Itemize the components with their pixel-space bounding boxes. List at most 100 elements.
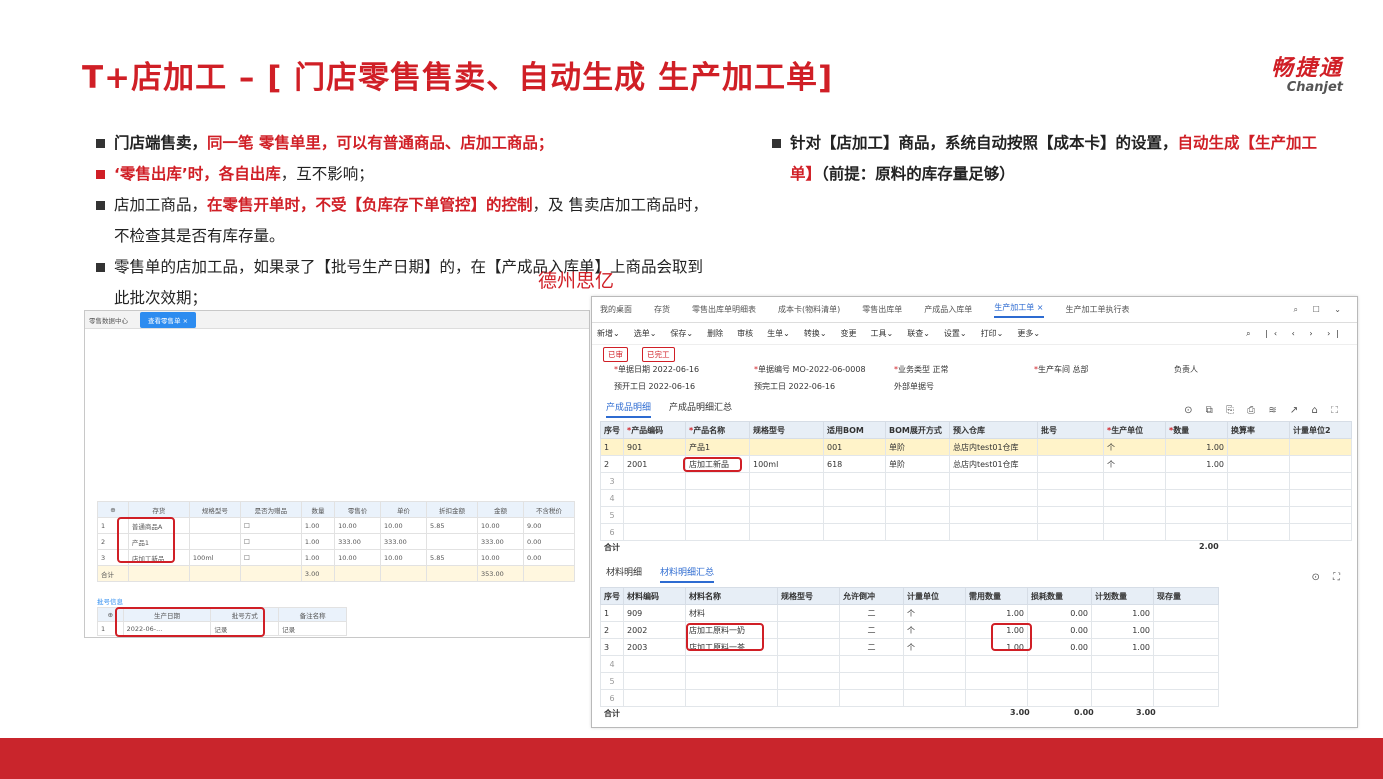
unit2 [1289, 438, 1352, 456]
empty-row[interactable]: 6 [600, 523, 1352, 541]
finish-date-field[interactable]: 预完工日 2022-06-16 [754, 381, 894, 392]
doc-no-field[interactable]: *单据编号 MO-2022-06-0008 [754, 364, 894, 375]
empty-row[interactable]: 5 [600, 672, 1219, 690]
toolbar-label: 联查 [907, 329, 924, 338]
field-label: 单据编号 [758, 365, 790, 374]
retail-order-screenshot: 零售数据中心 查看零售单 × ⊕ 存货 规格型号 是否为赠品 数量 零售价 单价… [84, 310, 590, 638]
tab-retail-order[interactable]: 查看零售单 × [140, 311, 197, 328]
empty-row[interactable]: 4 [600, 655, 1219, 673]
row-number: 2 [600, 455, 624, 473]
tab-material-detail[interactable]: 材料明细 [606, 565, 642, 583]
pager-icons[interactable]: ⌕ |‹ ‹ › ›| [1246, 329, 1345, 339]
toolbar-audit[interactable]: 审核 [737, 328, 753, 339]
grid-header-cell: 存货 [127, 501, 190, 518]
toolbar-convert[interactable]: 转换⌄ [804, 328, 827, 339]
ext-no-field[interactable]: 外部单据号 [894, 381, 1034, 392]
bullet-text: ，互不影响； [280, 165, 374, 183]
tab-production-order[interactable]: 生产加工单 × [994, 302, 1044, 318]
material-tool-icons[interactable]: ⊙ ⛶ [1311, 572, 1345, 583]
total-cell [127, 565, 190, 582]
toolbar-save[interactable]: 保存⌄ [670, 328, 693, 339]
audited-badge: 已审 [603, 347, 628, 362]
person-field[interactable]: 负责人 [1174, 364, 1314, 375]
unit: 个 [1103, 455, 1166, 473]
material-code: 909 [623, 604, 686, 622]
batch-tab[interactable]: 批号信息 [97, 596, 123, 606]
tab-product-in[interactable]: 产成品入库单 [924, 304, 972, 315]
item-unit-price: 10.00 [380, 517, 427, 534]
tab-inventory[interactable]: 存货 [654, 304, 670, 315]
row-number: 2 [600, 621, 624, 639]
toolbar-generate[interactable]: 生单⌄ [767, 328, 790, 339]
gift-checkbox[interactable]: ☐ [239, 533, 302, 550]
material-total-need: 3.00 [1010, 708, 1030, 717]
slide-title: T+店加工 – [ 门店零售售卖、自动生成 生产加工单] [82, 60, 834, 96]
unit: 个 [903, 604, 966, 622]
toolbar-label: 新增 [597, 329, 613, 338]
toolbar-print[interactable]: 打印⌄ [981, 328, 1004, 339]
total-cell [380, 565, 427, 582]
doc-date-field[interactable]: *单据日期 2022-06-16 [614, 364, 754, 375]
toolbar-tools[interactable]: 工具⌄ [871, 328, 894, 339]
grid-header-cell: 规格型号 [777, 587, 840, 605]
tab-retail-out[interactable]: 零售出库单 [862, 304, 902, 315]
tab-cost-card[interactable]: 成本卡(物料清单) [778, 304, 840, 315]
item-unit-price: 10.00 [380, 549, 427, 566]
plan-qty: 1.00 [1091, 621, 1154, 639]
window-controls[interactable]: ⌕ ☐ ⌄ [1294, 305, 1347, 315]
toolbar-delete[interactable]: 删除 [707, 328, 723, 339]
logo-cn-text: 畅捷通 [1270, 56, 1343, 81]
bullet-item: 门店端售卖，同一笔 零售单里，可以有普通商品、店加工商品； [96, 128, 716, 159]
product-total-label: 合计 [604, 543, 620, 552]
unit: 个 [903, 638, 966, 656]
row-number: 6 [600, 523, 624, 541]
table-row[interactable]: 1 909 材料 二 个 1.00 0.00 1.00 [600, 604, 1219, 622]
empty-row[interactable]: 5 [600, 506, 1352, 524]
product-subtabs: 产成品明细 产成品明细汇总 [606, 400, 732, 418]
empty-row[interactable]: 6 [600, 689, 1219, 707]
tab-desktop[interactable]: 我的桌面 [600, 304, 632, 315]
item-price: 333.00 [334, 533, 382, 550]
table-row[interactable]: 1 901 产品1 001 单阶 总店内test01仓库 个 1.00 [600, 438, 1352, 456]
grid-header-cell: 计划数量 [1091, 587, 1154, 605]
toolbar-label: 更多 [1017, 329, 1034, 338]
gift-checkbox[interactable]: ☐ [239, 517, 302, 534]
toolbar-label: 打印 [980, 329, 997, 338]
toolbar-select[interactable]: 选单⌄ [634, 328, 657, 339]
toolbar-settings[interactable]: 设置⌄ [944, 328, 967, 339]
tab-home[interactable]: 零售数据中心 [89, 315, 128, 325]
empty-row[interactable]: 3 [600, 472, 1352, 490]
empty-row[interactable]: 4 [600, 489, 1352, 507]
dept-field[interactable]: *生产车间 总部 [1034, 364, 1174, 375]
tab-product-summary[interactable]: 产成品明细汇总 [669, 400, 732, 418]
toolbar-new[interactable]: 新增⌄ [597, 328, 620, 339]
start-date-field[interactable]: 预开工日 2022-06-16 [614, 381, 754, 392]
grid-header-cell: 数量 [300, 501, 336, 518]
field-value: MO-2022-06-0008 [792, 365, 866, 374]
grid-header-row: ⊕ 存货 规格型号 是否为赠品 数量 零售价 单价 折扣金额 金额 不含税价 [97, 501, 576, 518]
batch [1037, 455, 1104, 473]
row-number: 6 [600, 689, 624, 707]
grid-tool-icons[interactable]: ⊙ ⧉ ⎘ ⎙ ≋ ↗ ⌂ ⛶ [1184, 405, 1343, 416]
tab-retail-detail[interactable]: 零售出库单明细表 [692, 304, 756, 315]
grid-header-cell: 零售价 [334, 501, 382, 518]
bom-expand: 单阶 [885, 455, 950, 473]
grid-header-cell: *生产单位 [1103, 421, 1166, 439]
gift-checkbox[interactable]: ☐ [239, 549, 302, 566]
tab-material-summary[interactable]: 材料明细汇总 [660, 565, 715, 583]
footer-band [0, 738, 1383, 779]
toolbar-change[interactable]: 变更 [841, 328, 857, 339]
field-value: 2022-06-16 [788, 382, 836, 391]
highlight-box [991, 623, 1032, 651]
grid-header-cell: 批号 [1037, 421, 1104, 439]
stock-qty [1153, 604, 1219, 622]
stock-qty [1153, 621, 1219, 639]
tab-product-detail[interactable]: 产成品明细 [606, 400, 652, 418]
loss-qty: 0.00 [1027, 604, 1092, 622]
material-total-label: 合计 [604, 709, 620, 718]
biz-type-field[interactable]: *业务类型 正常 [894, 364, 1034, 375]
toolbar-more[interactable]: 更多⌄ [1017, 328, 1040, 339]
total-qty: 3.00 [300, 565, 336, 582]
tab-production-exec[interactable]: 生产加工单执行表 [1066, 304, 1130, 315]
toolbar-link[interactable]: 联查⌄ [907, 328, 930, 339]
